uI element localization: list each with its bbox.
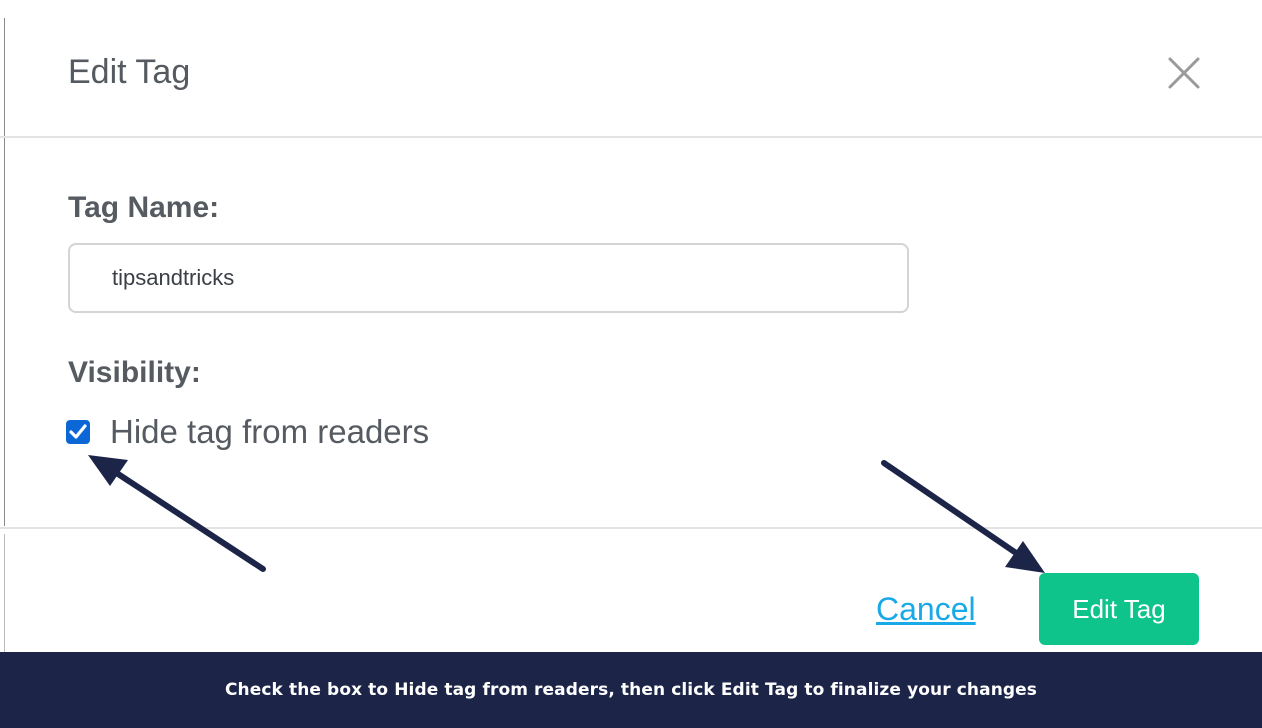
tag-name-input[interactable] — [68, 243, 909, 313]
modal-header: Edit Tag — [0, 0, 1262, 138]
hide-tag-checkbox-row[interactable]: Hide tag from readers — [66, 412, 429, 452]
cancel-link[interactable]: Cancel — [876, 589, 976, 629]
modal-title: Edit Tag — [68, 53, 191, 91]
screenshot-stage: Edit Tag Tag Name: Visibility: Hide tag … — [0, 0, 1262, 728]
arrow-icon — [881, 460, 1045, 573]
hide-tag-checkbox[interactable] — [66, 420, 90, 444]
footer-divider — [0, 527, 1262, 529]
close-button[interactable] — [1166, 55, 1202, 91]
arrow-icon — [88, 455, 266, 572]
caption-bar: Check the box to Hide tag from readers, … — [0, 652, 1262, 728]
edit-tag-button[interactable]: Edit Tag — [1039, 573, 1199, 645]
checkmark-icon — [69, 424, 87, 439]
caption-text: Check the box to Hide tag from readers, … — [224, 680, 1038, 700]
tag-name-label: Tag Name: — [68, 191, 220, 224]
left-edge-line — [4, 534, 5, 652]
visibility-label: Visibility: — [68, 356, 201, 389]
close-icon — [1168, 57, 1200, 89]
hide-tag-checkbox-label: Hide tag from readers — [110, 413, 430, 450]
